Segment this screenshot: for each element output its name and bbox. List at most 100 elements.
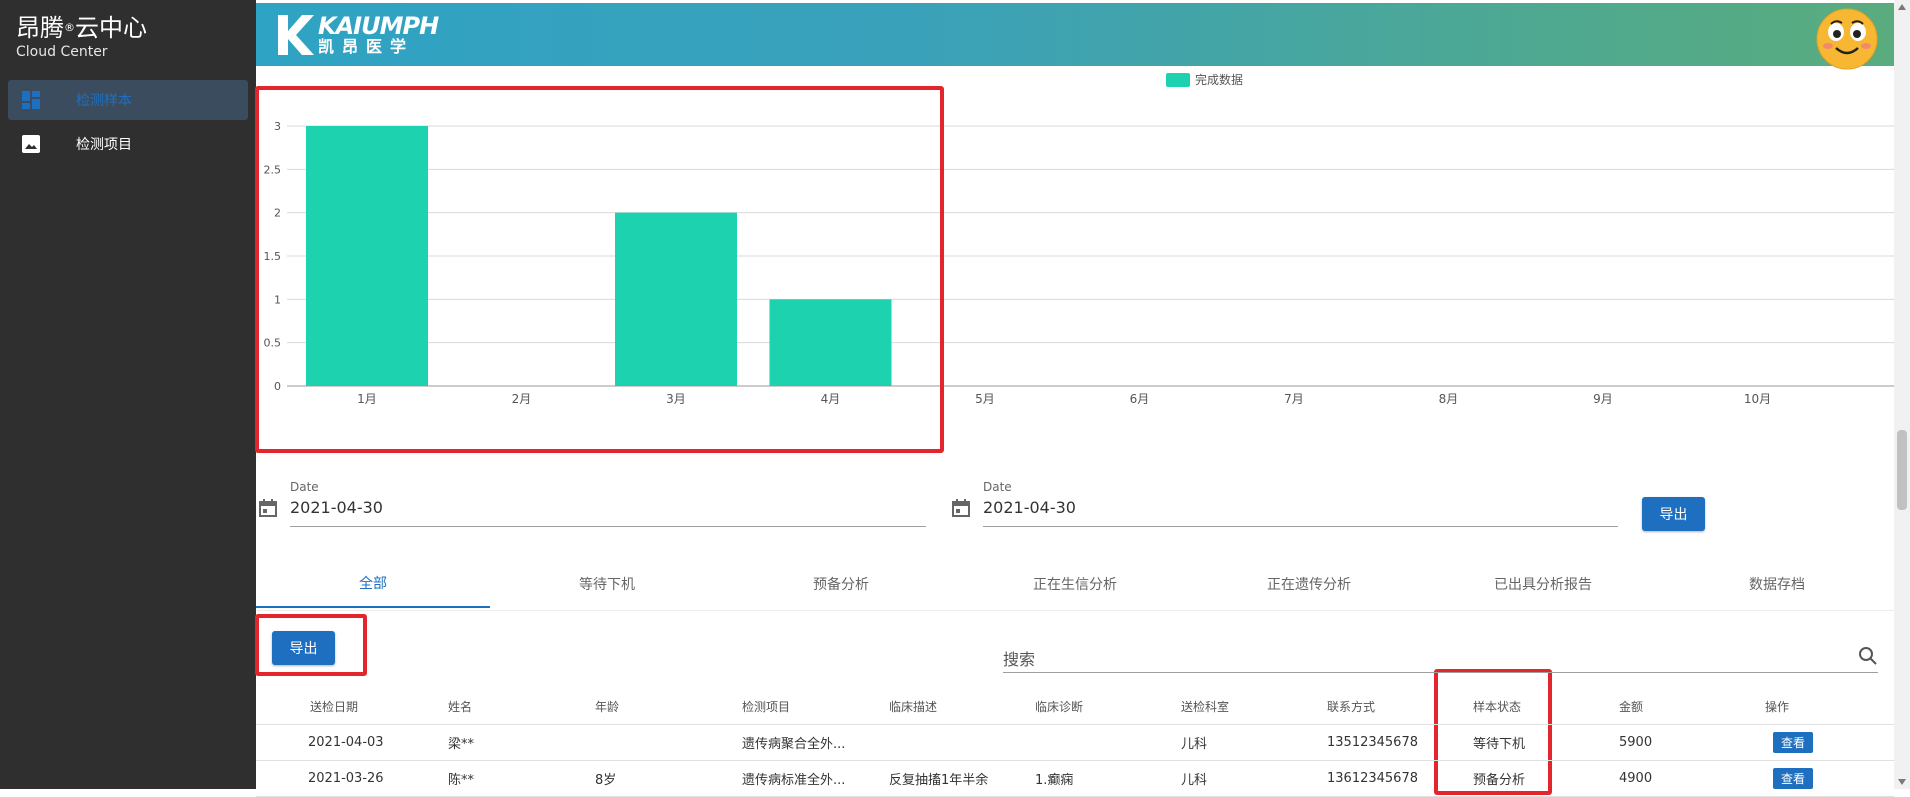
export-table-button[interactable]: 导出 <box>272 631 335 665</box>
scroll-down-arrow-icon[interactable] <box>1898 779 1906 785</box>
cell-amount: 5900 <box>1619 734 1653 750</box>
col-date[interactable]: 送检日期 <box>310 688 358 724</box>
brand-name: 昂腾 <box>16 14 64 42</box>
logo-cn: 凯昂医学 <box>318 37 415 56</box>
calendar-icon <box>952 499 970 517</box>
start-date-field[interactable]: Date 2021-04-30 <box>258 480 926 528</box>
view-button[interactable]: 查看 <box>1773 767 1814 789</box>
brand-title: 昂腾®云中心 <box>16 14 147 42</box>
table-header-row: 送检日期 姓名 年龄 检测项目 临床描述 临床诊断 送检科室 联系方式 样本状态… <box>256 688 1894 725</box>
status-tabs: 全部 等待下机 预备分析 正在生信分析 正在遗传分析 已出具分析报告 数据存档 <box>256 560 1894 611</box>
bar <box>615 212 737 386</box>
registered-mark: ® <box>64 21 75 34</box>
top-header: KAIUMPH 凯昂医学 <box>256 3 1894 70</box>
cell-project: 遗传病标准全外... <box>742 772 846 788</box>
y-tick-label: 3 <box>274 120 281 133</box>
calendar-icon <box>259 499 277 517</box>
col-age[interactable]: 年龄 <box>595 688 619 724</box>
tab-genetic[interactable]: 正在遗传分析 <box>1192 560 1426 608</box>
end-date-underline <box>983 526 1618 527</box>
y-tick-label: 1 <box>274 293 281 306</box>
x-tick-label: 2月 <box>512 392 532 406</box>
company-logo[interactable]: KAIUMPH 凯昂医学 <box>276 12 439 57</box>
brand-subtitle: Cloud Center <box>16 44 108 60</box>
x-tick-label: 1月 <box>357 392 377 406</box>
x-tick-label: 9月 <box>1593 392 1613 406</box>
tab-bioinfo[interactable]: 正在生信分析 <box>958 560 1192 608</box>
end-date-field[interactable]: Date 2021-04-30 <box>951 480 1618 528</box>
cell-name: 梁** <box>448 736 475 752</box>
sidebar-item-label: 检测样本 <box>76 93 132 109</box>
y-tick-label: 2.5 <box>264 163 282 176</box>
col-department[interactable]: 送检科室 <box>1181 688 1229 724</box>
view-button[interactable]: 查看 <box>1773 731 1814 753</box>
monthly-bar-chart: 0 0.5 1 1.5 2 2.5 3 1月 2月 3月 4月 5月 6月 7月 8月 9月 10月 完成数据 <box>256 66 1894 426</box>
start-date-underline <box>290 526 926 527</box>
sidebar-item-projects[interactable]: 检测项目 <box>8 124 248 164</box>
table-row[interactable]: 2021-03-26 陈** 8岁 遗传病标准全外... 反复抽搐1年半余 1.… <box>256 760 1894 797</box>
legend-label: 完成数据 <box>1195 72 1243 87</box>
chart-svg: 0 0.5 1 1.5 2 2.5 3 1月 2月 3月 4月 5月 6月 7月 8月 9月 10月 完成数据 <box>264 72 1894 406</box>
cell-date: 2021-03-26 <box>308 770 384 786</box>
bar <box>769 299 892 386</box>
cell-amount: 4900 <box>1619 770 1653 786</box>
y-tick-label: 2 <box>274 207 281 220</box>
scroll-thumb[interactable] <box>1897 430 1907 510</box>
tab-archive[interactable]: 数据存档 <box>1660 560 1894 608</box>
cell-clinical-desc: 反复抽搐1年半余 <box>889 772 989 788</box>
sidebar-item-samples[interactable]: 检测样本 <box>8 80 248 120</box>
tab-waiting[interactable]: 等待下机 <box>490 560 724 608</box>
table-row[interactable]: 2021-04-03 梁** 遗传病聚合全外... 儿科 13512345678… <box>256 724 1894 761</box>
logo-text: KAIUMPH 凯昂医学 <box>318 12 439 56</box>
smiley-avatar-icon[interactable] <box>1816 8 1878 70</box>
start-date-value[interactable]: 2021-04-30 <box>290 498 383 517</box>
logo-k-icon <box>278 15 314 55</box>
bar <box>306 126 428 386</box>
logo-en: KAIUMPH <box>318 12 439 40</box>
col-status[interactable]: 样本状态 <box>1473 688 1521 724</box>
cell-diagnosis: 1.癫痫 <box>1035 772 1074 788</box>
x-tick-label: 6月 <box>1130 392 1150 406</box>
col-project[interactable]: 检测项目 <box>742 688 790 724</box>
search-field[interactable]: 搜索 <box>1003 640 1878 673</box>
col-amount[interactable]: 金额 <box>1619 688 1643 724</box>
cell-project: 遗传病聚合全外... <box>742 736 846 752</box>
image-icon <box>20 133 42 155</box>
legend-swatch <box>1166 73 1190 87</box>
col-diagnosis[interactable]: 临床诊断 <box>1035 688 1083 724</box>
end-date-label: Date <box>983 480 1012 494</box>
x-tick-label: 3月 <box>666 392 686 406</box>
cell-action: 查看 <box>1773 724 1814 760</box>
brand-name-suffix: 云中心 <box>75 14 147 42</box>
cell-date: 2021-04-03 <box>308 734 384 750</box>
dashboard-icon <box>20 89 42 111</box>
cell-status: 等待下机 <box>1473 736 1526 752</box>
x-tick-label: 8月 <box>1439 392 1459 406</box>
col-name[interactable]: 姓名 <box>448 688 472 724</box>
cell-status: 预备分析 <box>1473 772 1526 788</box>
col-action: 操作 <box>1765 699 1790 714</box>
x-tick-label: 7月 <box>1284 392 1304 406</box>
page-scrollbar[interactable] <box>1894 0 1910 789</box>
col-clinical-desc[interactable]: 临床描述 <box>889 688 937 724</box>
scroll-up-arrow-icon[interactable] <box>1898 4 1906 10</box>
tab-prepare[interactable]: 预备分析 <box>724 560 958 608</box>
y-tick-label: 0 <box>274 380 281 393</box>
cell-department: 儿科 <box>1181 772 1208 788</box>
start-date-label: Date <box>290 480 319 494</box>
y-tick-label: 0.5 <box>264 337 282 350</box>
cell-department: 儿科 <box>1181 736 1208 752</box>
end-date-value[interactable]: 2021-04-30 <box>983 498 1076 517</box>
sidebar: 昂腾®云中心 Cloud Center 检测样本 检测项目 <box>0 0 256 789</box>
tab-all[interactable]: 全部 <box>256 560 490 608</box>
cell-name: 陈** <box>448 772 475 788</box>
x-tick-label: 4月 <box>821 392 841 406</box>
export-date-button[interactable]: 导出 <box>1642 497 1705 531</box>
y-tick-label: 1.5 <box>264 250 282 263</box>
search-input[interactable]: 搜索 <box>1003 646 1035 670</box>
tab-reported[interactable]: 已出具分析报告 <box>1426 560 1660 608</box>
cell-age: 8岁 <box>595 772 617 788</box>
search-icon[interactable] <box>1858 646 1878 666</box>
cell-contact: 13512345678 <box>1327 734 1418 750</box>
col-contact[interactable]: 联系方式 <box>1327 688 1375 724</box>
